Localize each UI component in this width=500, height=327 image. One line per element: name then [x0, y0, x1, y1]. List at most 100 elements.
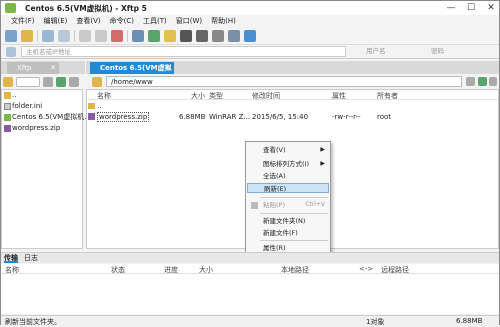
menu-item-new-file[interactable]: 新建文件(F): [247, 228, 329, 238]
menu-item-refresh[interactable]: 刷新(E): [247, 183, 329, 193]
transfer-column-header: 名称 状态 进度 大小 本地路径 <-> 远程路径: [1, 264, 499, 274]
local-back-icon[interactable]: [43, 76, 53, 87]
local-item-name: folder.ini: [12, 102, 43, 110]
tab-local-label: Xftp: [17, 64, 32, 72]
host-input[interactable]: 主机名或IP地址: [21, 46, 346, 57]
toolbar-separator: [74, 30, 75, 42]
remote-folder-icon: [92, 77, 102, 87]
menu-command[interactable]: 命令(C): [110, 16, 134, 26]
remote-back-icon[interactable]: [466, 77, 475, 86]
maximize-button[interactable]: ☐: [465, 2, 477, 13]
menu-item-label: 新建文件夹(N): [263, 217, 306, 225]
tab-remote[interactable]: Centos 6.5(VM虚拟机) ✕: [90, 62, 174, 84]
menu-item-paste[interactable]: 粘贴(P) Ctrl+V: [247, 200, 329, 210]
menu-item-label: 查看(V): [263, 146, 286, 154]
minimize-button[interactable]: —: [445, 2, 457, 13]
local-item-name: ..: [12, 91, 17, 99]
toolbar-separator: [37, 30, 38, 42]
toolbar-separator: [127, 30, 128, 42]
status-object-count: 1对象: [366, 318, 385, 326]
copy-icon[interactable]: [79, 30, 91, 42]
username-input[interactable]: 用户名: [366, 46, 421, 57]
remote-view-icon[interactable]: [489, 77, 497, 86]
status-bar: 刷新当前文件夹。 1对象 6.88MB: [1, 315, 499, 326]
transfer-list: [1, 274, 499, 314]
menu-file[interactable]: 文件(F): [11, 16, 35, 26]
transfer-col-direction[interactable]: <->: [359, 265, 373, 273]
lock-icon[interactable]: [196, 30, 208, 42]
menu-item-new-folder[interactable]: 新建文件夹(N): [247, 216, 329, 226]
window-title: Centos 6.5(VM虚拟机) - Xftp 5: [25, 4, 147, 13]
tab-local[interactable]: Xftp ✕: [7, 62, 59, 74]
remote-item-attributes: -rw-r--r--: [332, 113, 361, 121]
status-message: 刷新当前文件夹。: [5, 318, 61, 326]
menu-item-select-all[interactable]: 全选(A): [247, 171, 329, 181]
list-item[interactable]: ..: [2, 90, 82, 101]
settings-gear-icon[interactable]: [212, 30, 224, 42]
remote-tab-bar: Centos 6.5(VM虚拟机) ✕: [86, 61, 499, 84]
ini-file-icon: [4, 103, 11, 110]
local-refresh-icon[interactable]: [56, 76, 66, 87]
menu-bar: 文件(F) 编辑(E) 查看(V) 命令(C) 工具(T) 窗口(W) 帮助(H…: [1, 15, 499, 27]
paste-icon[interactable]: [95, 30, 107, 42]
local-path-dropdown[interactable]: [16, 76, 40, 87]
menu-separator: [260, 213, 328, 214]
remote-path-input[interactable]: /home/www: [106, 76, 462, 87]
list-item[interactable]: folder.ini: [2, 101, 82, 112]
transfer-icon[interactable]: [132, 30, 144, 42]
tab-remote-close-icon[interactable]: ✕: [165, 62, 171, 74]
new-session-icon[interactable]: [5, 30, 17, 42]
context-menu: 查看(V) ▶ 图标排列方式(I) ▶ 全选(A) 刷新(E) 粘贴(P) Ctrl+…: [245, 141, 331, 255]
password-input[interactable]: 密码: [431, 46, 497, 57]
menu-item-view[interactable]: 查看(V) ▶: [247, 145, 329, 155]
tab-transfers[interactable]: 传输: [4, 253, 18, 263]
app-window: Centos 6.5(VM虚拟机) - Xftp 5 — ☐ ✕ 文件(F) 编…: [0, 0, 500, 326]
connect-icon[interactable]: [42, 30, 54, 42]
menu-item-label: 新建文件(F): [263, 229, 298, 237]
menu-item-arrange-icons[interactable]: 图标排列方式(I) ▶: [247, 159, 329, 169]
folder-icon[interactable]: [164, 30, 176, 42]
submenu-arrow-icon: ▶: [320, 146, 325, 153]
menu-window[interactable]: 窗口(W): [176, 16, 202, 26]
close-button[interactable]: ✕: [485, 2, 497, 13]
list-item[interactable]: Centos 6.5(VM虚拟机...: [2, 112, 91, 123]
menu-edit[interactable]: 编辑(E): [44, 16, 68, 26]
local-tab-bar: Xftp ✕: [1, 61, 85, 74]
menu-item-label: 粘贴(P): [263, 201, 285, 209]
remote-item-name: ..: [97, 102, 102, 110]
address-bar: 主机名或IP地址 用户名 密码: [1, 45, 499, 59]
local-path-bar: [1, 75, 85, 88]
menu-item-shortcut: Ctrl+V: [305, 201, 325, 208]
menu-item-label: 图标排列方式(I): [263, 160, 309, 168]
address-book-icon[interactable]: [6, 47, 16, 57]
table-row[interactable]: ..: [87, 100, 498, 111]
delete-icon[interactable]: [111, 30, 123, 42]
remote-item-owner: root: [377, 113, 392, 121]
title-bar: Centos 6.5(VM虚拟机) - Xftp 5 — ☐ ✕: [1, 1, 499, 15]
help-icon[interactable]: [244, 30, 256, 42]
table-row[interactable]: wordpress.zip 6.88MB WinRAR Z... 2015/6/…: [87, 111, 498, 122]
list-item[interactable]: wordpress.zip: [2, 123, 82, 134]
screen-icon[interactable]: [228, 30, 240, 42]
menu-item-label: 全选(A): [263, 172, 286, 180]
paste-icon: [251, 202, 258, 209]
remote-item-modified: 2015/6/5, 15:40: [252, 113, 309, 121]
local-folder-icon: [3, 76, 13, 87]
remote-item-type: WinRAR Z...: [209, 113, 251, 121]
local-view-icon[interactable]: [69, 76, 79, 87]
xshell-icon[interactable]: [180, 30, 192, 42]
remote-item-name: wordpress.zip: [97, 112, 150, 122]
xftp-app-icon: [5, 3, 16, 13]
remote-refresh-icon[interactable]: [478, 77, 487, 86]
menu-tools[interactable]: 工具(T): [143, 16, 167, 26]
tab-local-close-icon[interactable]: ✕: [50, 62, 56, 74]
status-size: 6.88MB: [456, 317, 483, 325]
refresh-icon[interactable]: [148, 30, 160, 42]
toolbar: [1, 28, 499, 45]
disconnect-icon[interactable]: [58, 30, 70, 42]
menu-view[interactable]: 查看(V): [76, 16, 100, 26]
remote-column-header: 名称 大小 类型 修改时间 属性 所有者: [87, 90, 498, 100]
tab-log[interactable]: 日志: [24, 253, 38, 263]
menu-help[interactable]: 帮助(H): [211, 16, 236, 26]
open-folder-icon[interactable]: [21, 30, 33, 42]
